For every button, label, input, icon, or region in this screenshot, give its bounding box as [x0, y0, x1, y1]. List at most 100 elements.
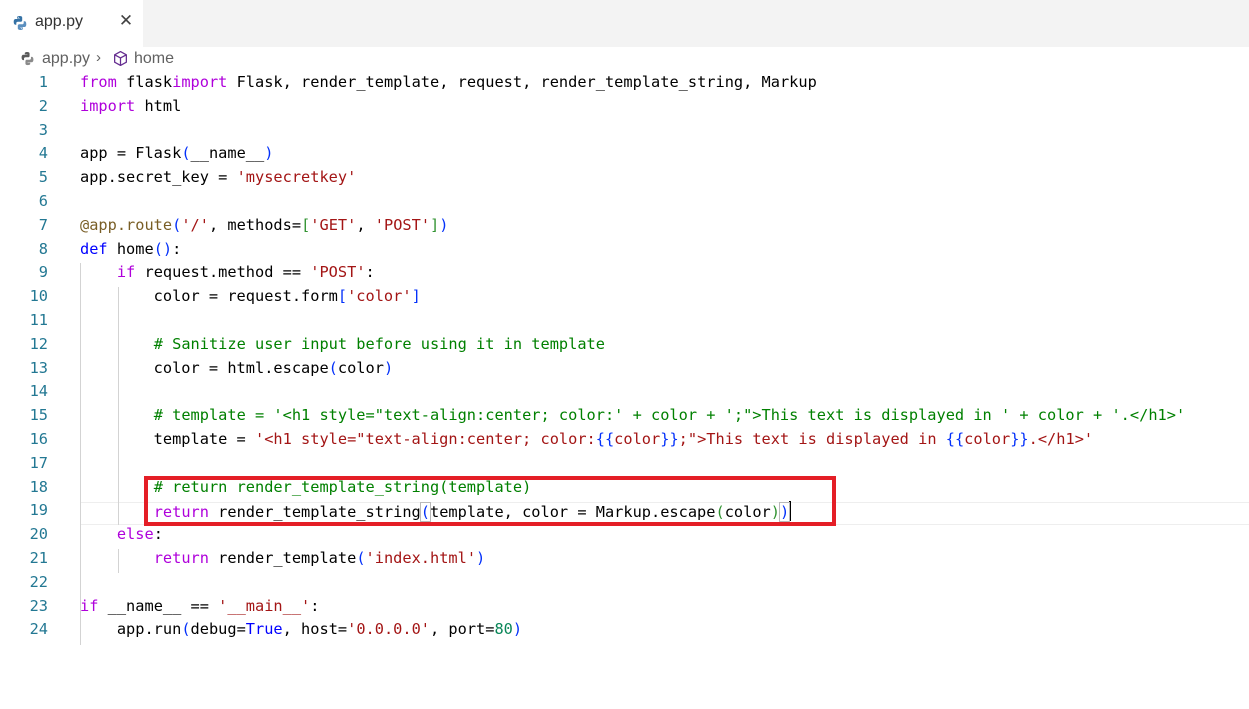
code-token: }} — [660, 430, 679, 448]
code-token: else — [116, 525, 154, 544]
code-line[interactable]: 8 def home(): — [0, 238, 1249, 262]
code-line[interactable]: 14 — [0, 380, 1249, 404]
line-number: 1 — [38, 73, 48, 91]
method-cube-icon — [114, 50, 127, 67]
code-token: __name__ — [190, 144, 265, 163]
code-line[interactable]: 24 app.run(debug=True, host='0.0.0.0', p… — [0, 618, 1249, 642]
code-token: ) — [439, 215, 449, 234]
code-line[interactable]: 4 app = Flask(__name__) — [0, 142, 1249, 166]
code-text: app = Flask(__name__) — [80, 144, 273, 162]
code-line[interactable]: 2 import html — [0, 95, 1249, 119]
code-line[interactable]: 9 if request.method == 'POST': — [0, 261, 1249, 285]
code-line[interactable]: 7 @app.route('/', methods=['GET', 'POST']… — [0, 214, 1249, 238]
code-text: # Sanitize user input before using it in… — [80, 335, 605, 353]
breadcrumb-symbol-home[interactable]: home — [134, 50, 174, 68]
code-text: color = html.escape(color) — [80, 358, 394, 377]
code-line[interactable]: 21 return render_template('index.html') — [0, 547, 1249, 571]
code-token: 'mysecretkey' — [236, 168, 357, 187]
code-token: def — [80, 239, 117, 258]
code-token: color — [964, 430, 1011, 448]
code-token: import — [80, 96, 145, 115]
code-line[interactable]: 16 template = '<h1 style="text-align:cen… — [0, 428, 1249, 452]
python-icon — [13, 16, 27, 30]
code-token: 'POST' — [310, 263, 366, 282]
code-token: ) — [264, 144, 274, 163]
code-text: import html — [80, 97, 181, 115]
code-token: Flask, render_template, request, render_… — [236, 73, 817, 91]
code-token: app.run — [80, 620, 182, 639]
tab-app-py[interactable]: app.py ✕ — [0, 0, 143, 47]
line-number: 12 — [29, 334, 48, 353]
code-token: # template = '<h1 style="text-align:cent… — [153, 406, 1186, 425]
code-text: def home(): — [80, 240, 181, 258]
code-token: 'GET' — [310, 215, 357, 234]
code-token: color = html.escape — [80, 358, 329, 377]
code-token: from — [80, 73, 127, 91]
line-number: 5 — [38, 168, 48, 187]
line-number: 8 — [38, 239, 48, 258]
close-icon[interactable]: ✕ — [116, 11, 136, 31]
code-token: ( — [181, 144, 191, 163]
code-line[interactable]: 22 — [0, 571, 1249, 595]
code-line[interactable]: 5 app.secret_key = 'mysecretkey' — [0, 166, 1249, 190]
code-line[interactable]: 20 else: — [0, 523, 1249, 547]
code-token: : — [365, 263, 375, 282]
code-token: : — [172, 239, 182, 258]
code-token: 'POST' — [374, 215, 431, 234]
code-token: ) — [383, 358, 394, 377]
line-number: 2 — [38, 96, 48, 115]
line-number: 7 — [38, 215, 48, 234]
breadcrumb-file[interactable]: app.py — [42, 50, 90, 68]
code-line[interactable]: 11 — [0, 309, 1249, 333]
code-line[interactable]: 6 — [0, 190, 1249, 214]
code-editor[interactable]: 1 from flaskimport Flask, render_template… — [0, 71, 1249, 709]
code-line[interactable]: 15 # template = '<h1 style="text-align:c… — [0, 404, 1249, 428]
code-token: , host= — [282, 620, 348, 639]
code-line[interactable]: 13 color = html.escape(color) — [0, 357, 1249, 381]
code-token: debug= — [190, 620, 246, 639]
code-token: ] — [430, 215, 440, 234]
code-token: request.method == — [144, 263, 311, 282]
python-icon — [21, 51, 34, 66]
code-line[interactable]: 23 if __name__ == '__main__': — [0, 595, 1249, 619]
code-token: () — [153, 239, 173, 258]
code-line[interactable]: 1 from flaskimport Flask, render_template… — [0, 71, 1249, 95]
code-token: ( — [356, 549, 366, 567]
code-token: render_template — [218, 549, 357, 567]
line-number: 3 — [38, 120, 48, 139]
code-text: app.secret_key = 'mysecretkey' — [80, 168, 356, 186]
code-token: ;">This text is displayed in — [678, 430, 946, 448]
line-number: 21 — [29, 549, 48, 567]
code-token: ] — [411, 287, 421, 306]
code-token: '/' — [181, 215, 209, 234]
code-token: .</h1>' — [1028, 430, 1094, 448]
code-line[interactable]: 12 # Sanitize user input before using it… — [0, 333, 1249, 357]
code-token: '<h1 style="text-align:center; color: — [254, 430, 596, 448]
code-line[interactable]: 10 color = request.form['color'] — [0, 285, 1249, 309]
code-token: color = request.form — [80, 287, 338, 306]
line-number: 10 — [29, 287, 48, 306]
code-text: color = request.form['color'] — [80, 287, 421, 305]
code-token: 80 — [494, 620, 513, 639]
code-token: if — [116, 263, 145, 282]
code-token: app = Flask — [80, 144, 182, 163]
line-number: 14 — [29, 382, 48, 401]
code-line[interactable]: 3 — [0, 119, 1249, 143]
code-text: app.run(debug=True, host='0.0.0.0', port… — [80, 620, 522, 638]
code-token: {{ — [595, 430, 615, 448]
line-number: 13 — [29, 358, 48, 377]
code-line[interactable]: 17 — [0, 452, 1249, 476]
tab-label: app.py — [35, 13, 84, 30]
line-number: 19 — [29, 501, 48, 520]
line-number: 6 — [38, 192, 48, 210]
line-number: 17 — [29, 453, 48, 472]
code-token: : — [310, 596, 320, 615]
code-token: app.secret_key = — [80, 168, 237, 187]
line-number: 9 — [38, 263, 48, 282]
code-token: import — [172, 73, 237, 91]
code-token: 'color' — [347, 287, 412, 306]
